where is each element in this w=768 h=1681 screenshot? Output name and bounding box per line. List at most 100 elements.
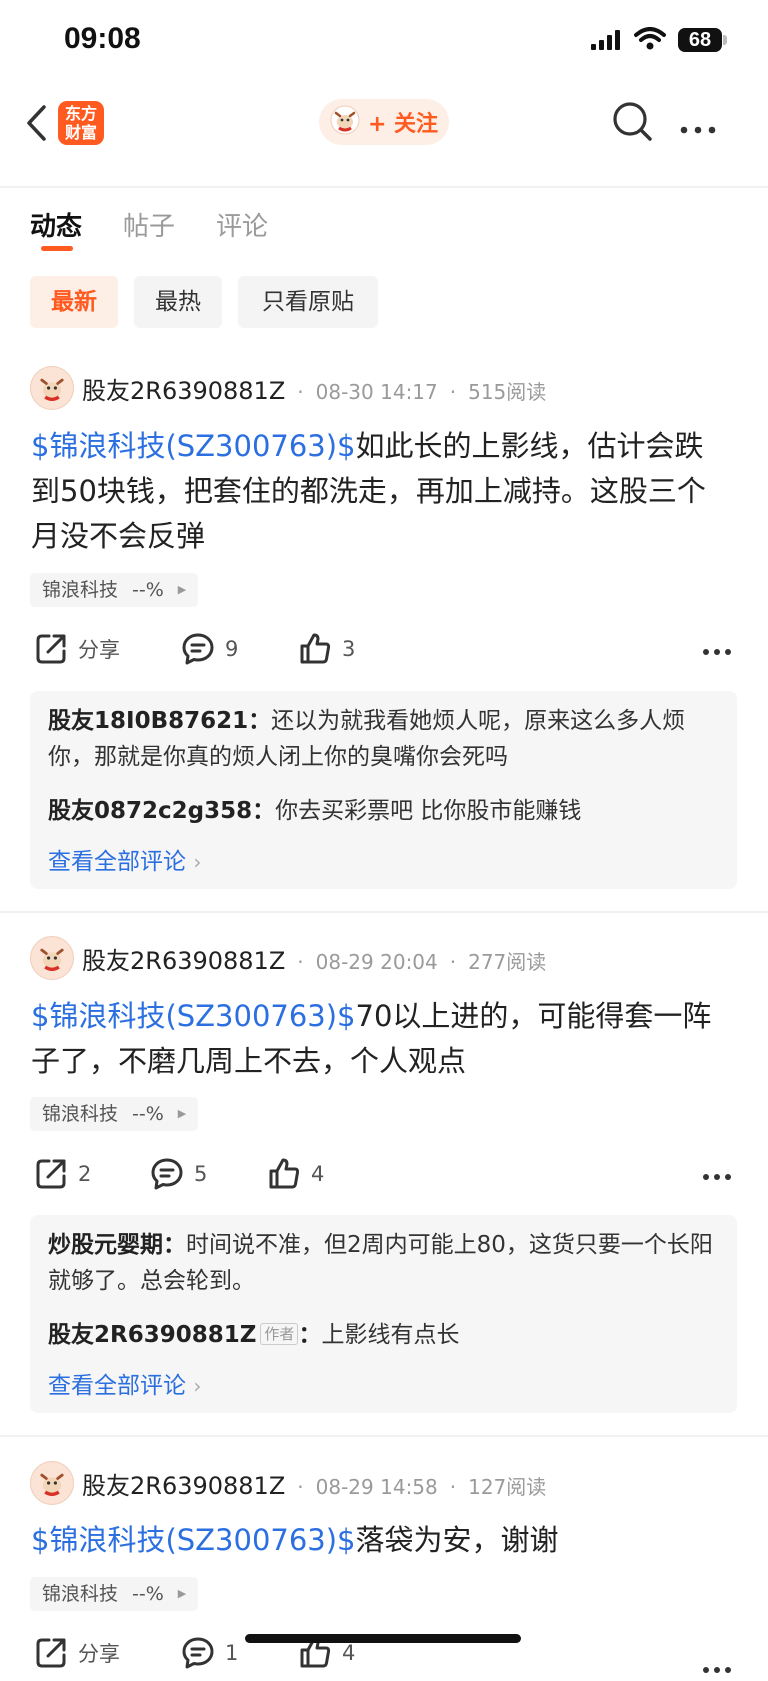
mascot-avatar-icon bbox=[40, 1473, 64, 1497]
stock-tag-change: --% bbox=[132, 1103, 164, 1125]
share-button[interactable]: 分享 bbox=[34, 1636, 120, 1670]
stock-tag[interactable]: 锦浪科技 --% ▶ bbox=[30, 573, 199, 607]
comment-button[interactable]: 5 bbox=[150, 1157, 207, 1191]
comment-button[interactable]: 9 bbox=[181, 632, 238, 666]
battery-indicator: 68 bbox=[678, 28, 722, 52]
thumbs-up-icon bbox=[300, 633, 331, 664]
post-more-icon[interactable] bbox=[702, 1155, 732, 1188]
comment-icon bbox=[182, 1637, 214, 1669]
reply-item[interactable]: 股友0872c2g358：你去买彩票吧 比你股市能赚钱 bbox=[48, 793, 718, 829]
meta-dot: · bbox=[449, 1475, 457, 1499]
meta-dot: · bbox=[449, 950, 457, 974]
share-icon bbox=[36, 1159, 66, 1189]
mascot-avatar-icon bbox=[40, 378, 64, 402]
post-text: 落袋为安，谢谢 bbox=[355, 1523, 559, 1557]
tab-comments[interactable]: 评论 bbox=[216, 206, 268, 243]
avatar[interactable] bbox=[30, 936, 74, 980]
filter-latest[interactable]: 最新 bbox=[30, 276, 118, 328]
post-date: 08-29 20:04 bbox=[315, 950, 438, 974]
stock-tag-change: --% bbox=[132, 579, 164, 601]
eastmoney-logo: 东方 财富 bbox=[58, 101, 104, 145]
stock-link[interactable]: $锦浪科技(SZ300763)$ bbox=[31, 1523, 356, 1557]
tab-posts[interactable]: 帖子 bbox=[123, 206, 175, 243]
comment-button[interactable]: 1 bbox=[181, 1636, 238, 1670]
filter-original-only[interactable]: 只看原贴 bbox=[238, 276, 378, 328]
mascot-avatar-icon bbox=[330, 105, 360, 139]
post-divider bbox=[0, 911, 768, 913]
comment-count: 1 bbox=[225, 1641, 239, 1665]
comment-count: 5 bbox=[194, 1162, 208, 1186]
post-author[interactable]: 股友2R6390881Z bbox=[82, 941, 285, 976]
filter-hottest[interactable]: 最热 bbox=[134, 276, 222, 328]
meta-dot: · bbox=[297, 380, 304, 404]
comment-icon bbox=[182, 633, 214, 665]
view-all-comments-link[interactable]: 查看全部评论 › bbox=[48, 842, 201, 876]
post-content[interactable]: $锦浪科技(SZ300763)$70以上进的，可能得套一阵子了，不磨几周上不去，… bbox=[31, 994, 731, 1084]
stock-tag[interactable]: 锦浪科技 --% ▶ bbox=[30, 1577, 199, 1611]
triangle-right-icon: ▶ bbox=[177, 1587, 187, 1600]
chevron-right-icon: › bbox=[193, 850, 202, 874]
stock-tag[interactable]: 锦浪科技 --% ▶ bbox=[30, 1097, 199, 1131]
post-content[interactable]: $锦浪科技(SZ300763)$落袋为安，谢谢 bbox=[31, 1518, 731, 1563]
wifi-icon bbox=[634, 27, 666, 55]
status-time: 09:08 bbox=[64, 22, 141, 55]
triangle-right-icon: ▶ bbox=[177, 583, 187, 596]
post-more-icon[interactable] bbox=[702, 1648, 732, 1681]
post-more-icon[interactable] bbox=[702, 630, 732, 663]
view-all-comments-link[interactable]: 查看全部评论 › bbox=[48, 1366, 201, 1400]
comment-preview[interactable]: 股友18I0B87621：还以为就我看她烦人呢，原来这么多人烦你，那就是你真的烦… bbox=[30, 691, 737, 889]
stock-link[interactable]: $锦浪科技(SZ300763)$ bbox=[31, 999, 356, 1033]
reply-colon: ： bbox=[163, 1232, 186, 1258]
stock-tag-change: --% bbox=[132, 1583, 164, 1605]
reply-item[interactable]: 股友18I0B87621：还以为就我看她烦人呢，原来这么多人烦你，那就是你真的烦… bbox=[48, 703, 718, 775]
post-author[interactable]: 股友2R6390881Z bbox=[82, 1466, 285, 1501]
post-reads: 127阅读 bbox=[468, 1475, 547, 1499]
post-divider bbox=[0, 1435, 768, 1437]
stock-tag-name: 锦浪科技 bbox=[42, 1103, 119, 1125]
reply-user[interactable]: 股友18I0B87621 bbox=[48, 708, 248, 734]
follow-button[interactable]: + 关注 bbox=[319, 99, 449, 145]
reply-text: 你去买彩票吧 比你股市能赚钱 bbox=[275, 798, 582, 824]
avatar[interactable] bbox=[30, 366, 74, 410]
reply-item[interactable]: 股友2R6390881Z 作者 ：上影线有点长 bbox=[48, 1317, 718, 1353]
back-chevron-icon[interactable] bbox=[24, 104, 48, 146]
follow-label: + 关注 bbox=[367, 112, 439, 137]
cellular-signal-icon bbox=[591, 30, 623, 54]
share-label: 分享 bbox=[78, 1642, 120, 1666]
reply-user[interactable]: 炒股元婴期 bbox=[48, 1232, 163, 1258]
reply-text: 上影线有点长 bbox=[321, 1322, 460, 1348]
tab-dynamics[interactable]: 动态 bbox=[30, 206, 82, 243]
share-icon bbox=[36, 1638, 66, 1668]
post-reads: 277阅读 bbox=[468, 950, 547, 974]
like-button[interactable]: 4 bbox=[267, 1157, 324, 1191]
comment-preview[interactable]: 炒股元婴期：时间说不准，但2周内可能上80，这货只要一个长阳就够了。总会轮到。 … bbox=[30, 1215, 737, 1413]
reply-colon: ： bbox=[248, 708, 272, 734]
post-author[interactable]: 股友2R6390881Z bbox=[82, 371, 285, 406]
stock-tag-name: 锦浪科技 bbox=[42, 1583, 119, 1605]
stock-link[interactable]: $锦浪科技(SZ300763)$ bbox=[31, 429, 356, 463]
thumbs-up-icon bbox=[269, 1158, 300, 1189]
active-tab-indicator bbox=[41, 246, 73, 251]
comment-icon bbox=[151, 1158, 183, 1190]
meta-dot: · bbox=[297, 1475, 304, 1499]
reply-user[interactable]: 股友2R6390881Z bbox=[48, 1322, 256, 1348]
share-count: 2 bbox=[78, 1162, 92, 1186]
post-date: 08-30 14:17 bbox=[315, 380, 438, 404]
battery-tip bbox=[723, 35, 727, 45]
reply-user[interactable]: 股友0872c2g358 bbox=[48, 798, 252, 824]
post-date: 08-29 14:58 bbox=[315, 1475, 438, 1499]
stock-tag-name: 锦浪科技 bbox=[42, 579, 119, 601]
avatar[interactable] bbox=[30, 1461, 74, 1505]
author-badge: 作者 bbox=[260, 1323, 299, 1345]
reply-colon: ： bbox=[252, 798, 276, 824]
more-options-icon[interactable] bbox=[680, 119, 716, 138]
search-icon[interactable] bbox=[612, 101, 654, 147]
meta-dot: · bbox=[449, 380, 457, 404]
home-indicator[interactable] bbox=[245, 1634, 521, 1643]
share-button[interactable]: 2 bbox=[34, 1157, 91, 1191]
share-button[interactable]: 分享 bbox=[34, 632, 120, 666]
like-button[interactable]: 3 bbox=[298, 632, 355, 666]
reply-item[interactable]: 炒股元婴期：时间说不准，但2周内可能上80，这货只要一个长阳就够了。总会轮到。 bbox=[48, 1227, 718, 1299]
like-count: 4 bbox=[342, 1641, 356, 1665]
post-content[interactable]: $锦浪科技(SZ300763)$如此长的上影线，估计会跌到50块钱，把套住的都洗… bbox=[31, 424, 731, 559]
